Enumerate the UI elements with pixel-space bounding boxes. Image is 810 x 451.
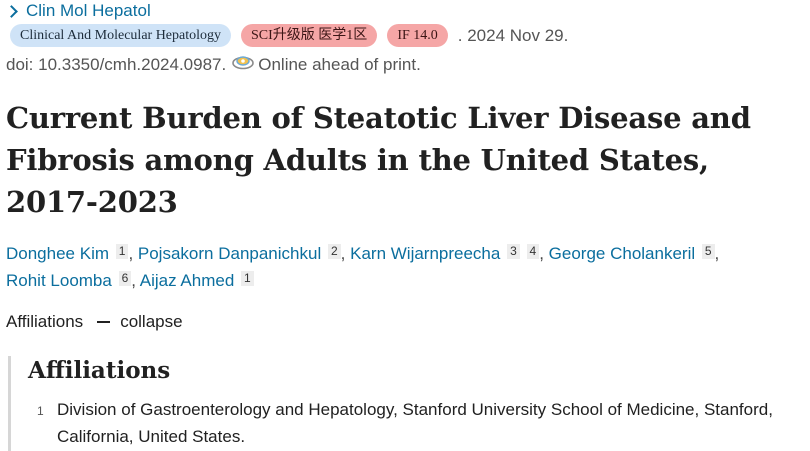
publication-date: . 2024 Nov 29. xyxy=(457,25,569,45)
affiliation-number: 1 xyxy=(37,404,44,418)
doi-text: doi: 10.3350/cmh.2024.0987. xyxy=(6,55,227,74)
journal-full-badge: Clinical And Molecular Hepatology xyxy=(10,24,232,47)
affiliation-ref[interactable]: 3 xyxy=(507,244,520,259)
article-title: Current Burden of Steatotic Liver Diseas… xyxy=(6,101,751,219)
affiliation-text: Division of Gastroenterology and Hepatol… xyxy=(57,400,773,446)
author-link[interactable]: Donghee Kim xyxy=(6,244,109,263)
author-link[interactable]: Rohit Loomba xyxy=(6,271,112,290)
affiliation-ref[interactable]: 2 xyxy=(327,244,341,259)
online-ahead-icon xyxy=(232,56,255,70)
affiliation-ref[interactable]: 6 xyxy=(118,271,132,286)
affiliations-section: Affiliations 1 Division of Gastroenterol… xyxy=(8,356,810,451)
author-link[interactable]: Karn Wijarnpreecha xyxy=(350,244,500,263)
sci-badge: SCI升级版 医学1区 xyxy=(241,24,378,47)
affiliations-toggle[interactable]: Affiliations collapse xyxy=(6,311,183,333)
online-status: Online ahead of print. xyxy=(258,55,421,74)
author-link[interactable]: Aijaz Ahmed xyxy=(140,271,235,290)
affiliations-toggle-label: Affiliations xyxy=(6,312,84,331)
author-link[interactable]: Pojsakorn Danpanichkul xyxy=(138,244,321,263)
affiliation-ref[interactable]: 1 xyxy=(241,271,254,286)
affiliations-toggle-action[interactable]: collapse xyxy=(120,312,182,332)
affiliation-ref[interactable]: 4 xyxy=(526,244,540,259)
author-separator: , xyxy=(131,271,140,290)
meta-row: Clinical And Molecular Hepatology SCI升级版… xyxy=(10,23,568,48)
author-link[interactable]: George Cholankeril xyxy=(549,244,695,263)
doi-row: doi: 10.3350/cmh.2024.0987. Online ahead… xyxy=(6,52,421,78)
journal-row: Clin Mol Hepatol xyxy=(5,0,151,22)
affiliation-ref[interactable]: 1 xyxy=(115,244,129,259)
minus-icon xyxy=(97,321,111,323)
affiliation-item: 1 Division of Gastroenterology and Hepat… xyxy=(37,398,810,450)
impact-factor-badge: IF 14.0 xyxy=(387,24,448,47)
author-separator: , xyxy=(340,244,351,263)
chevron-right-icon[interactable] xyxy=(5,4,18,18)
journal-link[interactable]: Clin Mol Hepatol xyxy=(26,1,151,21)
author-list: Donghee Kim 1, Pojsakorn Danpanichkul 2,… xyxy=(6,240,806,294)
author-separator: , xyxy=(128,244,138,263)
affiliation-ref[interactable]: 5 xyxy=(701,244,715,259)
author-separator: , xyxy=(714,244,720,263)
author-separator: , xyxy=(539,244,549,263)
affiliations-heading: Affiliations xyxy=(28,357,171,384)
